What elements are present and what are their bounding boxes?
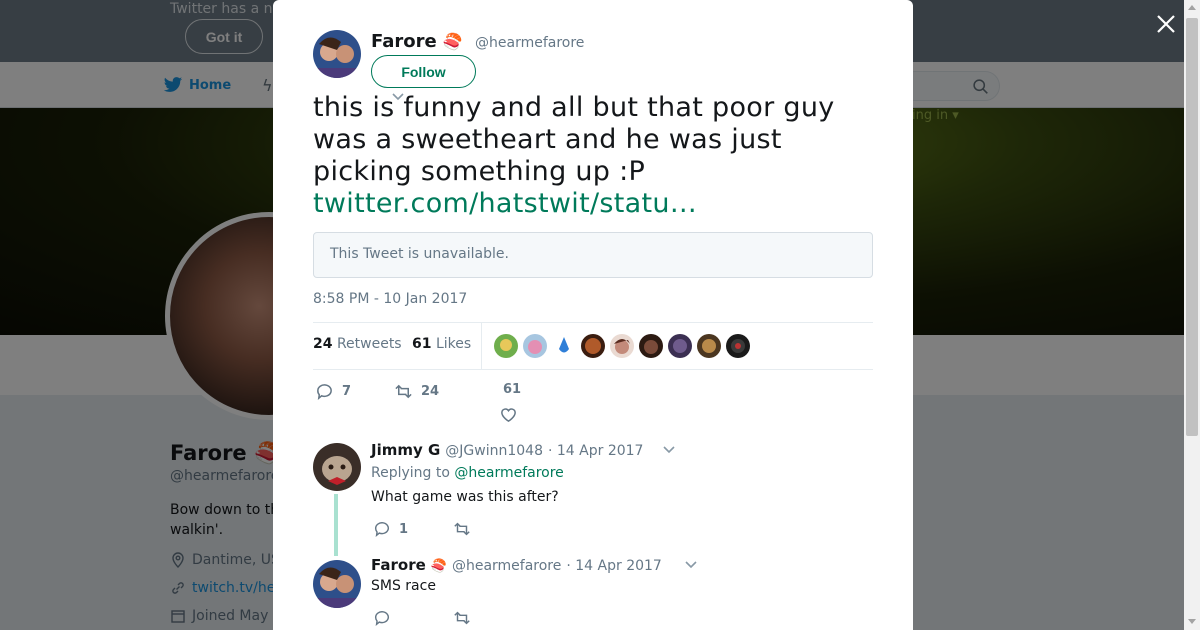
reply-header: Farore 🍣 @hearmefarore · 14 Apr 2017 [371,556,662,574]
tweet-body: this is funny and all but that poor guy … [313,92,835,187]
retweet-count: 24 [421,384,440,399]
retweet-icon [454,522,470,536]
reply-text: SMS race [371,578,436,594]
tweet-stats: 24 Retweets 61 Likes [313,322,873,370]
retweets-count: 24 [313,336,333,352]
reply-date[interactable]: · 14 Apr 2017 [566,558,661,574]
liker-avatar[interactable] [639,334,663,358]
reply-avatar[interactable] [313,443,361,491]
reply-reply-action[interactable] [373,609,391,627]
scroll-thumb[interactable] [1186,18,1198,436]
scroll-up-arrow[interactable] [1188,5,1196,10]
liker-avatar[interactable] [610,334,634,358]
liker-avatar[interactable] [581,334,605,358]
tweet-actions: 7 24 61 [313,380,873,430]
liker-avatar[interactable] [697,334,721,358]
reply-item[interactable]: Jimmy G @JGwinn1048 · 14 Apr 2017 Replyi… [313,441,873,543]
reply-text: What game was this after? [371,489,559,505]
reply-icon [374,522,389,538]
reply-header: Jimmy G @JGwinn1048 · 14 Apr 2017 [371,441,643,459]
reply-date[interactable]: · 14 Apr 2017 [548,443,643,459]
tweet-timestamp[interactable]: 8:58 PM - 10 Jan 2017 [313,291,467,307]
retweet-action[interactable]: 24 [394,382,439,401]
thread-connector-line [334,494,338,556]
author-emoji: 🍣 [442,32,463,51]
scrollbar[interactable] [1184,0,1200,630]
reply-author-handle[interactable]: @hearmefarore [452,558,561,574]
reply-avatar[interactable] [313,560,361,608]
like-count: 61 [503,382,522,397]
replying-prefix: Replying to [371,465,450,481]
liker-avatar[interactable] [668,334,692,358]
close-icon [1157,15,1175,33]
reply-author-name[interactable]: Jimmy G [371,441,440,459]
reply-icon [317,384,332,400]
reply-reply-action[interactable]: 1 [373,520,408,538]
likes-stat[interactable]: 61 Likes [412,336,471,352]
reply-author-handle[interactable]: @JGwinn1048 [445,443,543,459]
tweet-permalink-modal: Farore 🍣 @hearmefarore Follow this is fu… [273,0,913,630]
follow-button[interactable]: Follow [371,55,476,88]
reply-retweet-action[interactable] [453,609,471,627]
retweet-icon [454,611,470,625]
reply-menu-chevron-icon[interactable] [684,560,698,570]
reply-count: 7 [342,384,352,399]
replying-to-handle[interactable]: @hearmefarore [454,465,563,481]
likes-count: 61 [412,336,432,352]
reply-action[interactable]: 7 [315,382,351,401]
reply-author-emoji: 🍣 [430,559,447,574]
liker-avatar[interactable] [523,334,547,358]
like-action[interactable] [499,405,518,424]
reply-author-name[interactable]: Farore [371,556,426,574]
heart-icon [501,408,516,423]
like-count-label: 61 [503,382,521,397]
reply-retweet-action[interactable] [453,520,471,538]
author-name-text: Farore [371,31,437,52]
reply-menu-chevron-icon[interactable] [662,445,676,455]
retweets-label: Retweets [336,336,402,352]
author-avatar[interactable] [313,30,361,78]
likes-label: Likes [435,336,472,352]
tweet-text: this is funny and all but that poor guy … [313,92,873,220]
close-modal-button[interactable] [1154,12,1178,36]
retweets-stat[interactable]: 24 Retweets [313,336,402,352]
stats-divider [481,323,482,369]
reply-icon [374,611,389,627]
scroll-down-arrow[interactable] [1188,619,1196,624]
author-name[interactable]: Farore 🍣 [371,31,463,52]
tweet-link[interactable]: twitter.com/hatstwit/statu… [313,188,697,219]
likers-avatars [494,334,750,358]
liker-avatar[interactable] [552,334,576,358]
reply-item[interactable]: Farore 🍣 @hearmefarore · 14 Apr 2017 SMS… [313,556,873,630]
liker-avatar[interactable] [726,334,750,358]
reply-reply-count: 1 [399,521,409,537]
liker-avatar[interactable] [494,334,518,358]
quoted-tweet-unavailable: This Tweet is unavailable. [313,232,873,278]
retweet-icon [395,384,412,399]
replying-to: Replying to @hearmefarore [371,465,564,481]
author-handle[interactable]: @hearmefarore [475,35,584,51]
